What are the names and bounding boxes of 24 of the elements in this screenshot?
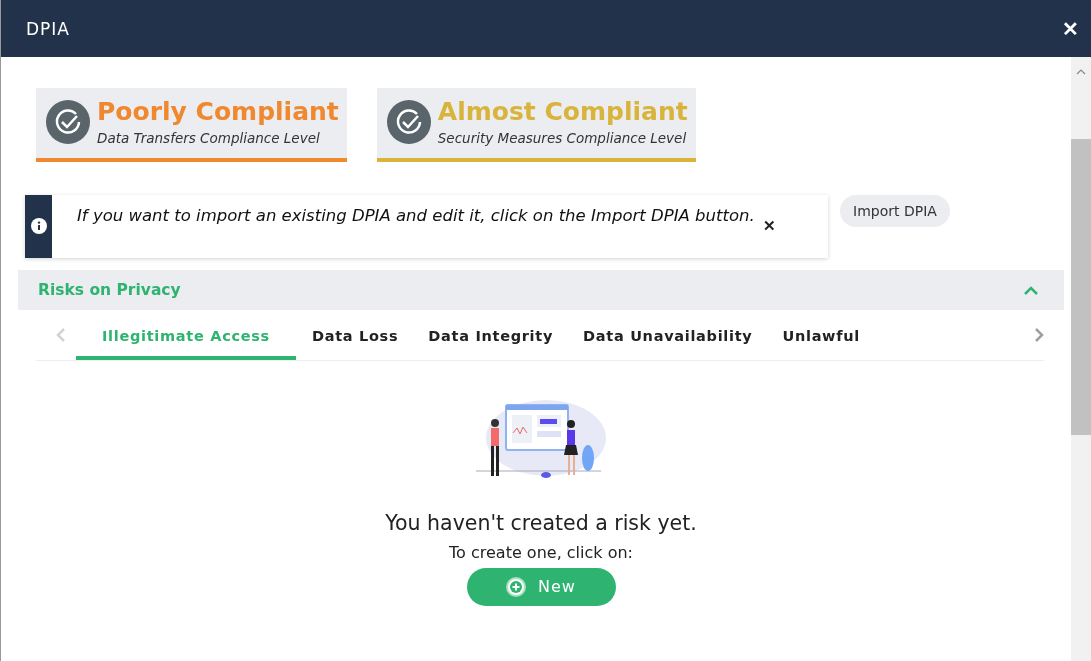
tab[interactable]: Data Loss [297,309,413,360]
close-notice-button[interactable]: ✕ [754,216,776,235]
plus-circle-icon [506,576,527,597]
tab[interactable]: Data Integrity [414,309,568,360]
compliance-caption: Data Transfers Compliance Level [97,129,321,146]
tab[interactable]: Data Unavailability [569,309,767,360]
compliance-caption: Security Measures Compliance Level [437,129,688,146]
section-title: Risks on Privacy [38,280,181,299]
chevron-right-icon[interactable] [1034,326,1044,343]
empty-state-hint: To create one, click on: [449,542,633,562]
notice-text: If you want to import an existing DPIA and edit it, click on the Import DPIA button. [77,205,755,225]
window-title: DPIA [26,18,70,39]
chevron-left-icon[interactable] [56,326,66,343]
check-circle-icon [386,99,431,144]
tab[interactable]: Unlawful [768,309,874,360]
check-circle-icon [46,99,90,144]
close-button[interactable]: ✕ [1058,12,1083,45]
compliance-status: Poorly Compliant [97,98,339,126]
empty-state-title: You haven't created a risk yet. [385,510,697,535]
info-icon [30,218,47,234]
chevron-up-icon[interactable] [1023,284,1039,295]
import-dpia-button[interactable]: Import DPIA [840,194,950,227]
compliance-status: Almost Compliant [437,98,688,126]
scrollbar[interactable] [1071,57,1091,661]
